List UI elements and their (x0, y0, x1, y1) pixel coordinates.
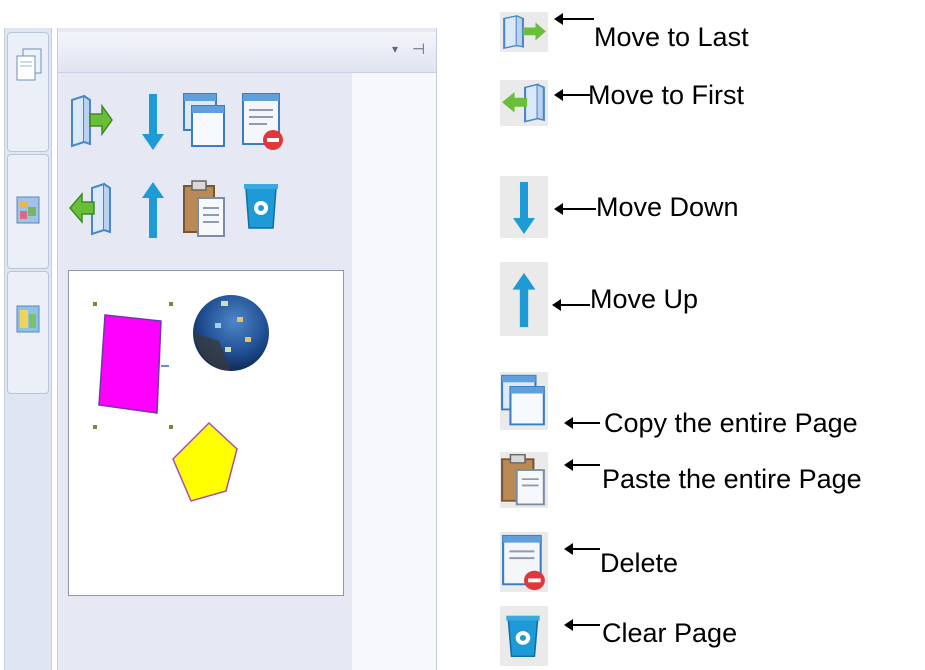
legend-clear-page-icon (500, 606, 548, 666)
legend-pointer-arrow (564, 459, 600, 471)
magenta-square[interactable] (98, 314, 162, 414)
legend-copy-page-icon (500, 372, 548, 430)
copy-page-icon (183, 93, 225, 147)
legend-label-delete: Delete (600, 548, 679, 578)
legend-delete-icon (500, 532, 548, 592)
page-sorter-panel: ▾ ⊣ (57, 28, 437, 670)
tab-page-sorter[interactable] (7, 32, 49, 152)
legend-move-down-icon (500, 176, 548, 238)
move-to-last-icon (71, 94, 113, 148)
selection-handle[interactable] (169, 425, 173, 429)
selection-handle[interactable] (93, 425, 97, 429)
panel-empty-area (352, 73, 436, 670)
legend-move-to-last-icon (500, 12, 548, 52)
legend-label-clear-page: Clear Page (602, 618, 738, 648)
move-up-icon (142, 182, 164, 238)
paste-page-button[interactable] (182, 178, 228, 240)
legend-pointer-arrow (564, 619, 600, 631)
legend-pointer-arrow (564, 543, 600, 555)
panel-header: ▾ ⊣ (58, 32, 436, 73)
yellow-pentagon[interactable] (172, 421, 238, 502)
legend-label-copy-page: Copy the entire Page (604, 408, 858, 438)
legend-pointer-arrow (554, 89, 590, 101)
legend-move-up-icon (500, 262, 548, 336)
legend-pointer-arrow (552, 299, 590, 311)
legend-label-move-to-last: Move to Last (594, 22, 749, 52)
legend-label-move-up: Move Up (590, 284, 699, 314)
delete-page-icon (242, 93, 283, 150)
legend-pointer-arrow (564, 417, 600, 429)
move-down-button[interactable] (130, 90, 176, 152)
tab-gallery[interactable] (7, 154, 49, 269)
legend-pointer-arrow (554, 203, 596, 215)
copy-page-button[interactable] (182, 90, 228, 152)
selection-handle[interactable] (93, 302, 97, 306)
paste-page-icon (183, 180, 225, 237)
background-icon (16, 305, 40, 333)
move-to-last-button[interactable] (68, 90, 114, 152)
legend-paste-page-icon (500, 452, 548, 508)
gallery-icon (16, 196, 40, 224)
side-tab-strip (4, 28, 52, 670)
page-sorter-icon (16, 48, 42, 81)
page-thumbnail[interactable] (68, 270, 344, 596)
legend-pointer-arrow (554, 13, 594, 25)
tab-background[interactable] (7, 271, 49, 394)
thumbnail-drawing (93, 295, 269, 502)
pin-icon[interactable]: ⊣ (412, 40, 425, 58)
move-to-first-icon (69, 182, 111, 236)
move-to-first-button[interactable] (68, 178, 114, 240)
dropdown-icon[interactable]: ▾ (392, 42, 398, 56)
legend-label-move-to-first: Move to First (588, 80, 745, 110)
legend-label-paste-page: Paste the entire Page (602, 464, 862, 494)
move-down-icon (142, 94, 164, 150)
selection-handle[interactable] (169, 302, 173, 306)
legend-label-move-down: Move Down (596, 192, 739, 222)
delete-page-button[interactable] (240, 90, 286, 152)
clear-page-button[interactable] (240, 178, 286, 240)
clear-page-icon (244, 184, 278, 229)
legend-move-to-first-icon (500, 80, 548, 126)
globe-image[interactable] (193, 295, 269, 371)
move-up-button[interactable] (130, 178, 176, 240)
